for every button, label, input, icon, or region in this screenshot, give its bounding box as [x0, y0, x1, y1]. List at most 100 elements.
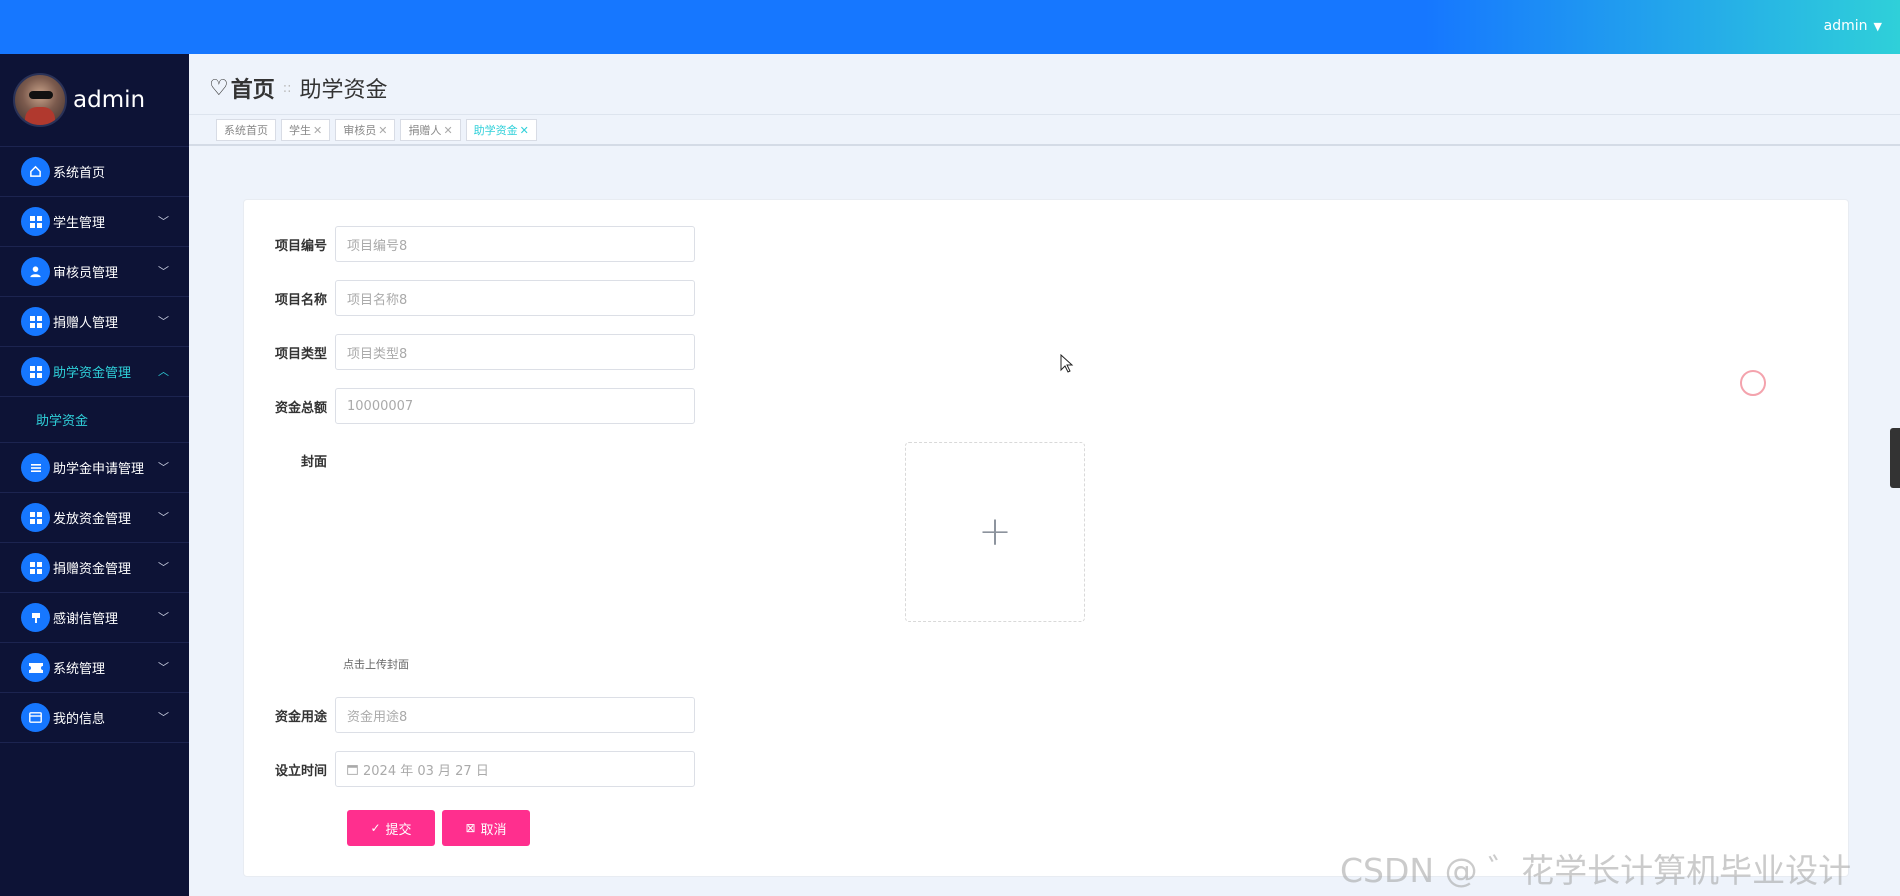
tag-label: 助学资金 [473, 124, 518, 137]
plus-icon: + [978, 509, 1012, 555]
sidebar-item-label: 感谢信管理 [53, 612, 119, 627]
watermark: CSDN @ ゛花学长计算机毕业设计 [1340, 851, 1852, 890]
form-row-name: 项目名称 项目名称8 [243, 280, 695, 316]
close-icon[interactable]: ✕ [313, 124, 322, 137]
breadcrumb-home[interactable]: 首页 [231, 72, 275, 104]
loading-circle-icon [1740, 370, 1766, 396]
tag-funds[interactable]: 助学资金 ✕ [465, 119, 537, 141]
field-label: 封面 [300, 455, 327, 470]
sidebar-item-students[interactable]: 学生管理 ﹀ [0, 197, 189, 247]
sidebar-item-disbursement[interactable]: 发放资金管理 ﹀ [0, 493, 189, 543]
cancel-button[interactable]: ⊠ 取消 [442, 810, 530, 846]
chevron-down-icon: ﹀ [158, 215, 169, 228]
field-label: 项目类型 [274, 346, 327, 362]
breadcrumb-current: 助学资金 [299, 78, 388, 103]
field-label: 资金用途 [274, 709, 327, 725]
fund-usage-input[interactable]: 资金用途8 [335, 697, 695, 733]
date-picker-input[interactable]: 2024 年 03 月 27 日 [335, 751, 695, 787]
ticket-icon [21, 653, 50, 682]
cover-uploader[interactable]: + [905, 442, 1085, 622]
close-icon[interactable]: ✕ [378, 124, 387, 137]
date-value: 2024 年 03 月 27 日 [363, 763, 489, 779]
page-header: ♡ 首页 :: 助学资金 [189, 54, 1900, 114]
chevron-down-icon: ﹀ [158, 265, 169, 278]
user-name: admin [1823, 18, 1868, 34]
tag-reviewers[interactable]: 审核员 ✕ [335, 119, 396, 141]
sidebar-item-donors[interactable]: 捐赠人管理 ﹀ [0, 297, 189, 347]
sidebar-item-label: 发放资金管理 [53, 512, 132, 527]
chevron-down-icon: ﹀ [158, 561, 169, 574]
close-icon[interactable]: ✕ [520, 124, 529, 137]
grid-icon [21, 553, 50, 582]
grid-icon [21, 307, 50, 336]
caret-down-icon: ▼ [1873, 20, 1882, 33]
cover-hint: 点击上传封面 [343, 658, 409, 671]
sidebar-item-label: 助学资金管理 [53, 366, 132, 381]
field-label: 设立时间 [274, 763, 327, 779]
user-menu[interactable]: admin ▼ [1824, 18, 1882, 34]
sidebar-item-label: 捐赠资金管理 [53, 562, 132, 577]
form-row-amount: 资金总额 10000007 [243, 388, 695, 424]
close-box-icon: ⊠ [465, 821, 476, 835]
sidebar-item-label: 系统管理 [53, 662, 106, 677]
sidebar-item-label: 我的信息 [53, 712, 106, 727]
project-type-input[interactable]: 项目类型8 [335, 334, 695, 370]
pin-icon [21, 603, 50, 632]
sidebar-item-funds[interactable]: 助学资金管理 ︿ [0, 347, 189, 397]
field-label: 项目编号 [274, 238, 327, 254]
calendar-icon [347, 764, 358, 775]
tag-home[interactable]: 系统首页 [216, 119, 276, 141]
tag-label: 审核员 [343, 124, 377, 137]
form-row-cover: 封面 [243, 451, 335, 470]
sidebar-item-applications[interactable]: 助学金申请管理 ﹀ [0, 443, 189, 493]
avatar [13, 73, 67, 127]
sidebar-item-system[interactable]: 系统管理 ﹀ [0, 643, 189, 693]
chevron-down-icon: ﹀ [158, 711, 169, 724]
card-icon [21, 703, 50, 732]
tag-students[interactable]: 学生 ✕ [281, 119, 331, 141]
list-icon [21, 453, 50, 482]
chevron-down-icon: ﹀ [158, 611, 169, 624]
grid-icon [21, 357, 50, 386]
breadcrumb: ♡ 首页 :: 助学资金 [209, 72, 388, 104]
sidebar-item-thanks[interactable]: 感谢信管理 ﹀ [0, 593, 189, 643]
sidebar-item-profile[interactable]: 我的信息 ﹀ [0, 693, 189, 743]
total-amount-input[interactable]: 10000007 [335, 388, 695, 424]
side-scroll-handle[interactable] [1890, 428, 1900, 488]
sidebar-item-donations[interactable]: 捐赠资金管理 ﹀ [0, 543, 189, 593]
sidebar-item-reviewers[interactable]: 审核员管理 ﹀ [0, 247, 189, 297]
home-icon [21, 157, 50, 186]
profile: admin [0, 54, 189, 147]
sidebar-item-label: 捐赠人管理 [53, 316, 119, 331]
tag-donors[interactable]: 捐赠人 ✕ [400, 119, 461, 141]
close-icon[interactable]: ✕ [443, 124, 452, 137]
form-row-code: 项目编号 项目编号8 [243, 226, 695, 262]
top-bar: admin ▼ [0, 0, 1900, 54]
sidebar-item-label: 系统首页 [53, 166, 106, 181]
project-name-input[interactable]: 项目名称8 [335, 280, 695, 316]
check-icon: ✓ [370, 821, 381, 835]
sidebar-item-label: 助学金申请管理 [53, 462, 145, 477]
chevron-down-icon: ﹀ [158, 511, 169, 524]
submit-button[interactable]: ✓ 提交 [347, 810, 435, 846]
sidebar-subitem-funds[interactable]: 助学资金 [0, 397, 189, 443]
project-code-input[interactable]: 项目编号8 [335, 226, 695, 262]
sidebar-item-home[interactable]: 系统首页 [0, 147, 189, 197]
chevron-down-icon: ﹀ [158, 661, 169, 674]
field-label: 项目名称 [274, 292, 327, 308]
tag-label: 系统首页 [224, 124, 268, 137]
form-row-usage: 资金用途 资金用途8 [243, 697, 695, 733]
sidebar-subitem-label: 助学资金 [36, 414, 89, 429]
tags-bar: 系统首页 学生 ✕ 审核员 ✕ 捐赠人 ✕ 助学资金 ✕ [189, 114, 1900, 146]
cancel-label: 取消 [480, 822, 507, 838]
sidebar: admin 系统首页 学生管理 ﹀ 审核员管理 ﹀ 捐赠人管理 ﹀ 助学资金管理… [0, 54, 189, 896]
grid-icon [21, 207, 50, 236]
user-icon [21, 257, 50, 286]
form-row-date: 设立时间 2024 年 03 月 27 日 [243, 751, 695, 787]
field-label: 资金总额 [274, 400, 327, 416]
mouse-cursor-icon [1060, 354, 1074, 373]
chevron-down-icon: ﹀ [158, 461, 169, 474]
grid-icon [21, 503, 50, 532]
chevron-up-icon: ︿ [158, 365, 169, 378]
tag-label: 学生 [289, 124, 311, 137]
